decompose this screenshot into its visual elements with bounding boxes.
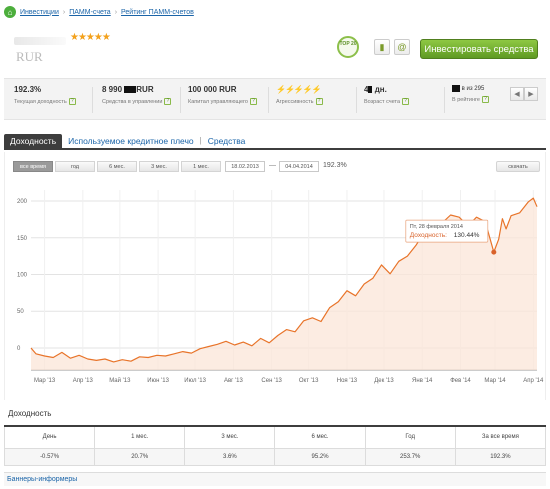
stat-age: 4 дн. Возраст счета?: [364, 85, 410, 105]
stat-aggressiveness: ⚡⚡⚡⚡⚡ Агрессивность?: [276, 85, 323, 105]
breadcrumb-separator: ›: [62, 8, 66, 16]
help-icon[interactable]: ?: [402, 98, 410, 105]
divider: [268, 87, 269, 113]
y-tick-label: 50: [17, 309, 24, 315]
returns-header-cell: Год: [364, 425, 456, 449]
returns-value-cell: 95.2%: [274, 447, 366, 466]
prev-arrow-icon[interactable]: ◀: [510, 87, 524, 101]
stat-rank-label: В рейтинге: [452, 97, 480, 104]
divider: [92, 87, 93, 113]
stat-return: 192.3% Текущая доходность?: [14, 85, 76, 105]
next-arrow-icon[interactable]: ▶: [524, 87, 538, 101]
stat-capital: 100 000 RUR Капитал управляющего?: [188, 85, 257, 105]
banners-link[interactable]: Баннеры-информеры: [4, 472, 546, 486]
email-icon[interactable]: @: [394, 39, 410, 55]
x-tick-label: Фев '14: [450, 378, 471, 384]
divider: [356, 87, 357, 113]
y-tick-label: 0: [17, 346, 21, 352]
top-20-badge-icon: TOP 20: [337, 36, 359, 58]
stat-funds-currency: RUR: [136, 85, 154, 94]
x-tick-label: Дек '13: [374, 378, 394, 384]
returns-chart[interactable]: 0 50 100 150 200 Мар '13 Апр '13 Май '13 Июн '13…: [5, 152, 547, 400]
x-tick-label: Апр '13: [73, 378, 94, 384]
stat-funds-label: Средства в управлении: [102, 98, 163, 105]
returns-header-cell: 6 мес.: [274, 425, 366, 449]
breadcrumb-link-pamm[interactable]: ПАММ-счета: [69, 9, 110, 16]
returns-header-cell: За все время: [454, 425, 547, 449]
redacted-block: [452, 85, 460, 92]
stat-rank-value: в из 295: [461, 86, 485, 93]
x-tick-label: Июл '13: [184, 378, 206, 384]
returns-value-cell: 3.6%: [184, 447, 276, 466]
tooltip-value: 130.44%: [454, 232, 480, 239]
x-tick-label: Июн '13: [147, 378, 169, 384]
divider: [444, 87, 445, 113]
returns-header-cell: 3 мес.: [184, 425, 276, 449]
tab-returns[interactable]: Доходность: [4, 134, 63, 148]
x-tick-label: Апр '14: [523, 378, 544, 384]
stat-funds: 8 990 RUR Средства в управлении?: [102, 85, 172, 105]
help-icon[interactable]: ?: [315, 98, 323, 105]
divider: [180, 87, 181, 113]
breadcrumb-link-investments[interactable]: Инвестиции: [20, 9, 59, 16]
redacted-block: [368, 86, 373, 94]
stat-funds-value: 8 990: [102, 85, 123, 94]
rank-navigation: ◀ ▶: [510, 87, 538, 101]
returns-value-cell: 253.7%: [364, 447, 456, 466]
stat-aggr-label: Агрессивность: [276, 98, 314, 105]
invest-button[interactable]: Инвестировать средства: [420, 39, 538, 59]
x-tick-label: Авг '13: [224, 378, 244, 384]
tooltip-label: Доходность:: [410, 232, 447, 239]
redacted-block: [124, 86, 137, 94]
help-icon[interactable]: ?: [250, 98, 257, 105]
returns-value-cell: 192.3%: [454, 447, 547, 466]
tooltip-point: [491, 249, 497, 255]
tab-funds[interactable]: Средства: [202, 134, 252, 148]
pamm-account-page: ⌂ Инвестиции › ПАММ-счета › Рейтинг ПАММ…: [0, 0, 550, 489]
account-stats: 192.3% Текущая доходность? 8 990 RUR Сре…: [4, 78, 546, 120]
bookmark-icon[interactable]: ▮: [374, 39, 390, 55]
returns-table: День 1 мес. 3 мес. 6 мес. Год За все время -0…: [3, 425, 547, 466]
x-tick-label: Мар '13: [34, 378, 56, 384]
stat-return-label: Текущая доходность: [14, 98, 67, 105]
returns-header-cell: День: [3, 425, 96, 449]
aggressiveness-bolts-icon: ⚡⚡⚡⚡⚡: [276, 85, 322, 94]
chart-tabs: Доходность Используемое кредитное плечо …: [4, 134, 546, 150]
breadcrumb-link-rating[interactable]: Рейтинг ПАММ-счетов: [121, 9, 194, 16]
returns-header-cell: 1 мес.: [94, 425, 186, 449]
tab-leverage[interactable]: Используемое кредитное плечо: [62, 134, 200, 148]
returns-value-cell: 20.7%: [94, 447, 186, 466]
breadcrumb-separator: ›: [114, 8, 118, 16]
returns-value-cell: -0.57%: [3, 447, 96, 466]
x-tick-label: Ноя '13: [337, 378, 358, 384]
stat-rank: в из 295 В рейтинге?: [452, 85, 489, 104]
stat-capital-label: Капитал управляющего: [188, 98, 248, 105]
x-tick-label: Янв '14: [412, 378, 433, 384]
y-tick-label: 100: [17, 272, 28, 278]
stat-return-value: 192.3%: [14, 85, 42, 94]
help-icon[interactable]: ?: [164, 98, 172, 105]
stat-age-unit: дн.: [374, 85, 387, 94]
home-icon[interactable]: ⌂: [4, 6, 16, 18]
y-tick-label: 200: [17, 199, 28, 205]
rating-stars: ★★★★★: [70, 32, 111, 43]
account-currency: RUR: [16, 49, 43, 64]
breadcrumb: ⌂ Инвестиции › ПАММ-счета › Рейтинг ПАММ…: [4, 4, 194, 20]
account-header: ★★★★★ RUR TOP 20 ▮ @ Инвестировать средс…: [4, 24, 546, 76]
help-icon[interactable]: ?: [481, 96, 489, 104]
x-tick-label: Сен '13: [261, 378, 282, 384]
x-tick-label: Мар '14: [484, 378, 506, 384]
stat-age-label: Возраст счета: [364, 98, 401, 105]
x-tick-label: Окт '13: [299, 378, 319, 384]
stat-capital-value: 100 000 RUR: [188, 85, 237, 94]
help-icon[interactable]: ?: [68, 98, 76, 105]
returns-title: Доходность: [8, 409, 52, 418]
chart-panel: все время год 6 мес. 3 мес. 1 мес. 18.02…: [4, 152, 546, 400]
tooltip-date: Пт, 28 февраля 2014: [410, 224, 463, 230]
account-name-redacted: [14, 37, 66, 45]
y-tick-label: 150: [17, 236, 28, 242]
x-tick-label: Май '13: [109, 377, 131, 384]
